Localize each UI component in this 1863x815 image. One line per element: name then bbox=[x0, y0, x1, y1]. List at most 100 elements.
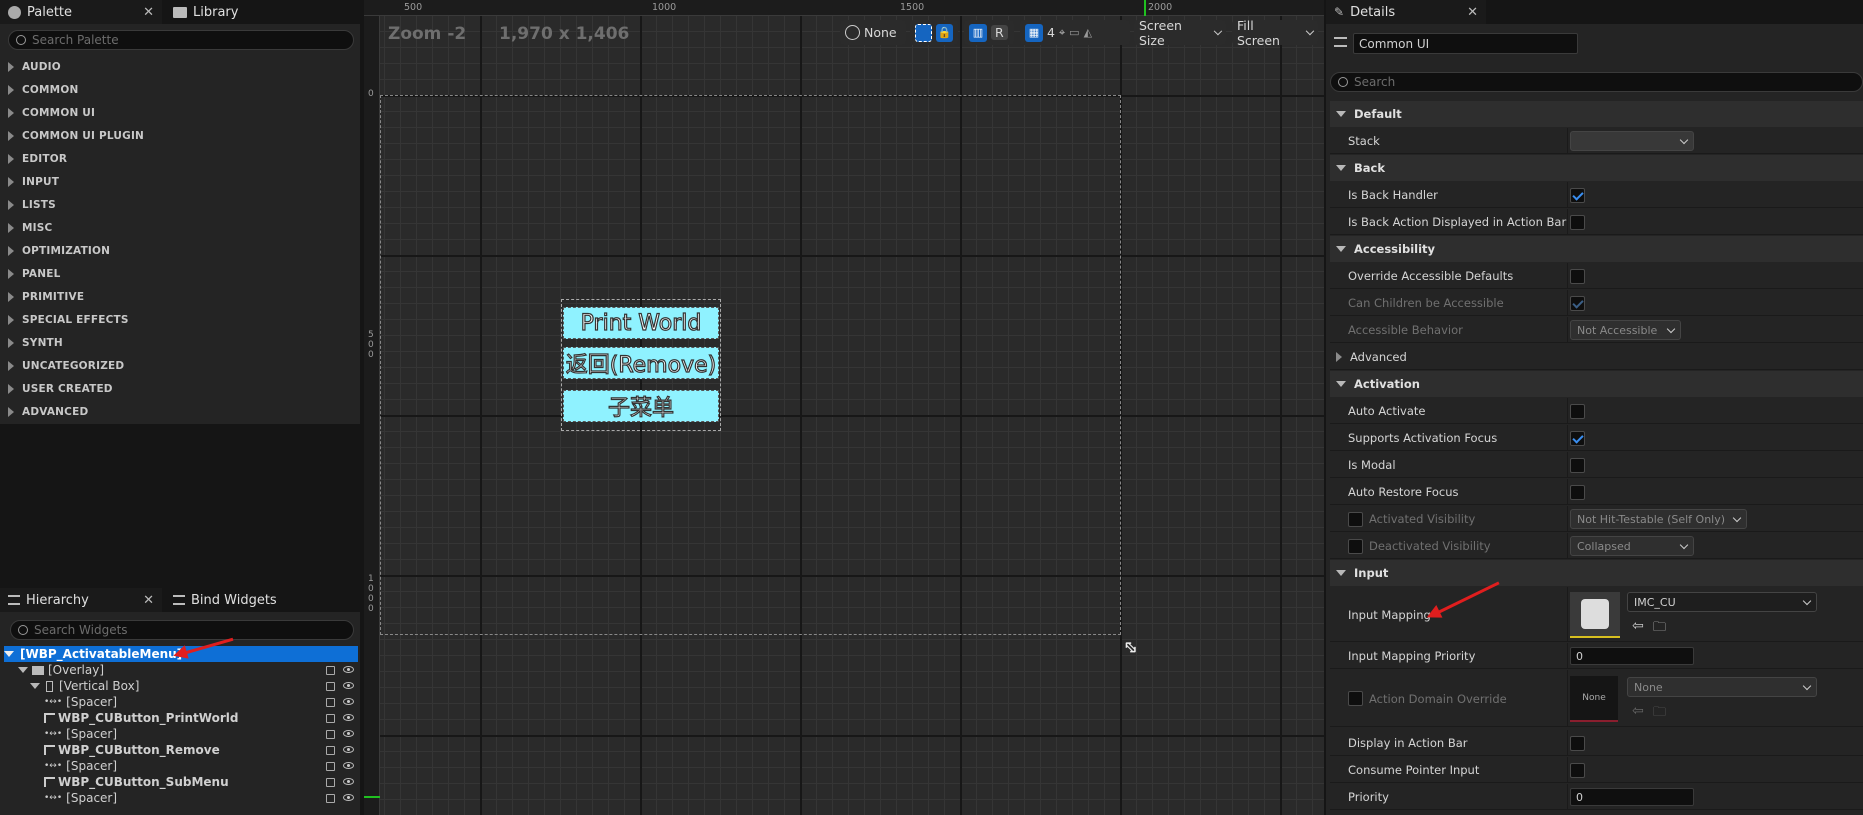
button-remove[interactable]: 返回(Remove) bbox=[563, 347, 719, 379]
hierarchy-item[interactable]: •↔• [Spacer] bbox=[6, 758, 358, 774]
lock-icon[interactable] bbox=[326, 777, 335, 787]
collapse-icon[interactable] bbox=[4, 651, 14, 657]
lock-icon[interactable] bbox=[326, 793, 335, 803]
cursor-icon[interactable]: ⌖ bbox=[1059, 26, 1065, 40]
palette-category[interactable]: COMMON bbox=[8, 80, 78, 100]
grid-snap-toggle[interactable]: ▦ 4 ⌖ ▭ ◭ bbox=[1020, 20, 1130, 45]
close-icon[interactable]: ✕ bbox=[143, 593, 154, 608]
section-back[interactable]: Back bbox=[1330, 155, 1863, 181]
deactivated-vis-override-checkbox[interactable] bbox=[1348, 538, 1363, 554]
section-advanced[interactable]: Advanced bbox=[1330, 344, 1863, 370]
priority-field[interactable]: 0 bbox=[1570, 788, 1694, 806]
button-submenu[interactable]: 子菜单 bbox=[563, 390, 719, 422]
lock-icon[interactable] bbox=[326, 729, 335, 739]
is-back-handler-checkbox[interactable] bbox=[1570, 187, 1585, 203]
use-selected-icon[interactable]: ⇦ bbox=[1632, 618, 1644, 634]
respect-locks-toggle[interactable]: 🔒 bbox=[910, 20, 958, 45]
palette-category[interactable]: AUDIO bbox=[8, 57, 61, 77]
widget-design-frame[interactable] bbox=[380, 95, 1121, 635]
section-input[interactable]: Input bbox=[1330, 560, 1863, 586]
lock-icon[interactable] bbox=[326, 713, 335, 723]
hierarchy-search-input[interactable] bbox=[34, 623, 353, 637]
eye-icon[interactable] bbox=[343, 665, 354, 673]
auto-restore-checkbox[interactable] bbox=[1570, 484, 1585, 500]
tab-palette[interactable]: Palette ✕ bbox=[0, 0, 162, 24]
lock-icon[interactable] bbox=[326, 697, 335, 707]
activated-vis-override-checkbox[interactable] bbox=[1348, 511, 1363, 527]
auto-activate-checkbox[interactable] bbox=[1570, 403, 1585, 419]
palette-category[interactable]: PRIMITIVE bbox=[8, 287, 84, 307]
tab-library[interactable]: Library bbox=[165, 0, 285, 24]
palette-category[interactable]: UNCATEGORIZED bbox=[8, 356, 124, 376]
fill-screen-dropdown[interactable]: Fill Screen bbox=[1232, 18, 1318, 48]
supports-focus-checkbox[interactable] bbox=[1570, 430, 1585, 446]
image-icon[interactable]: ▭ bbox=[1069, 26, 1079, 39]
palette-category[interactable]: INPUT bbox=[8, 172, 59, 192]
lock-icon[interactable] bbox=[326, 745, 335, 755]
stack-dropdown[interactable] bbox=[1570, 131, 1694, 151]
collapse-icon[interactable] bbox=[18, 667, 28, 673]
hierarchy-item[interactable]: WBP_CUButton_Remove bbox=[6, 742, 358, 758]
hierarchy-item[interactable]: •↔• [Spacer] bbox=[6, 726, 358, 742]
palette-search-input[interactable] bbox=[32, 33, 353, 47]
hierarchy-item[interactable]: WBP_CUButton_PrintWorld bbox=[6, 710, 358, 726]
tab-hierarchy[interactable]: Hierarchy ✕ bbox=[0, 588, 162, 612]
hierarchy-item[interactable]: •↔• [Spacer] bbox=[6, 694, 358, 710]
eye-icon[interactable] bbox=[343, 713, 354, 721]
section-default[interactable]: Default bbox=[1330, 101, 1863, 127]
palette-category[interactable]: COMMON UI bbox=[8, 103, 95, 123]
eye-icon[interactable] bbox=[343, 745, 354, 753]
tab-details[interactable]: ✎ Details ✕ bbox=[1326, 0, 1486, 24]
palette-category[interactable]: SYNTH bbox=[8, 333, 63, 353]
palette-category[interactable]: PANEL bbox=[8, 264, 61, 284]
palette-category[interactable]: COMMON UI PLUGIN bbox=[8, 126, 144, 146]
input-mapping-dropdown[interactable]: IMC_CU bbox=[1627, 592, 1817, 612]
is-modal-checkbox[interactable] bbox=[1570, 457, 1585, 473]
display-action-bar-checkbox[interactable] bbox=[1570, 735, 1585, 751]
lock-icon[interactable] bbox=[326, 681, 335, 691]
input-mapping-priority-field[interactable]: 0 bbox=[1570, 647, 1694, 665]
tab-bind-widgets[interactable]: Bind Widgets bbox=[165, 588, 305, 612]
layout-toggle[interactable]: ▥ R bbox=[964, 20, 1014, 45]
eye-icon[interactable] bbox=[343, 761, 354, 769]
action-domain-override-checkbox[interactable] bbox=[1348, 691, 1363, 706]
lock-icon[interactable] bbox=[326, 665, 335, 675]
details-search[interactable] bbox=[1330, 72, 1863, 92]
section-activation[interactable]: Activation bbox=[1330, 371, 1863, 397]
eye-icon[interactable] bbox=[343, 777, 354, 785]
button-print-world[interactable]: Print World bbox=[563, 307, 719, 339]
eye-icon[interactable] bbox=[343, 793, 354, 801]
mirror-icon[interactable]: ◭ bbox=[1084, 26, 1092, 39]
hierarchy-item[interactable]: [Overlay] bbox=[6, 662, 358, 678]
details-search-input[interactable] bbox=[1354, 75, 1862, 89]
section-accessibility[interactable]: Accessibility bbox=[1330, 236, 1863, 262]
palette-search[interactable] bbox=[8, 30, 354, 50]
widget-name-field[interactable]: Common UI bbox=[1353, 33, 1578, 54]
palette-category[interactable]: OPTIMIZATION bbox=[8, 241, 110, 261]
input-mapping-thumbnail[interactable] bbox=[1570, 592, 1620, 638]
is-back-action-checkbox[interactable] bbox=[1570, 214, 1585, 230]
localize-preview-button[interactable]: None bbox=[840, 20, 906, 45]
hierarchy-item[interactable]: •↔• [Spacer] bbox=[6, 790, 358, 806]
spacer-icon: •↔• bbox=[44, 697, 63, 707]
palette-category[interactable]: USER CREATED bbox=[8, 379, 113, 399]
lock-icon[interactable] bbox=[326, 761, 335, 771]
palette-category[interactable]: ADVANCED bbox=[8, 402, 88, 422]
close-icon[interactable]: ✕ bbox=[1467, 5, 1478, 20]
hierarchy-search[interactable] bbox=[10, 620, 354, 640]
collapse-icon[interactable] bbox=[30, 683, 40, 689]
eye-icon[interactable] bbox=[343, 729, 354, 737]
hierarchy-item[interactable]: WBP_CUButton_SubMenu bbox=[6, 774, 358, 790]
close-icon[interactable]: ✕ bbox=[143, 5, 154, 20]
screen-size-dropdown[interactable]: Screen Size bbox=[1134, 18, 1226, 48]
palette-category[interactable]: SPECIAL EFFECTS bbox=[8, 310, 129, 330]
palette-category[interactable]: EDITOR bbox=[8, 149, 67, 169]
palette-category[interactable]: MISC bbox=[8, 218, 52, 238]
hierarchy-item[interactable]: [Vertical Box] bbox=[6, 678, 358, 694]
palette-category[interactable]: LISTS bbox=[8, 195, 56, 215]
browse-icon[interactable]: 🗀 bbox=[1653, 618, 1666, 640]
eye-icon[interactable] bbox=[343, 697, 354, 705]
consume-pointer-checkbox[interactable] bbox=[1570, 762, 1585, 778]
override-access-checkbox[interactable] bbox=[1570, 268, 1585, 284]
eye-icon[interactable] bbox=[343, 681, 354, 689]
